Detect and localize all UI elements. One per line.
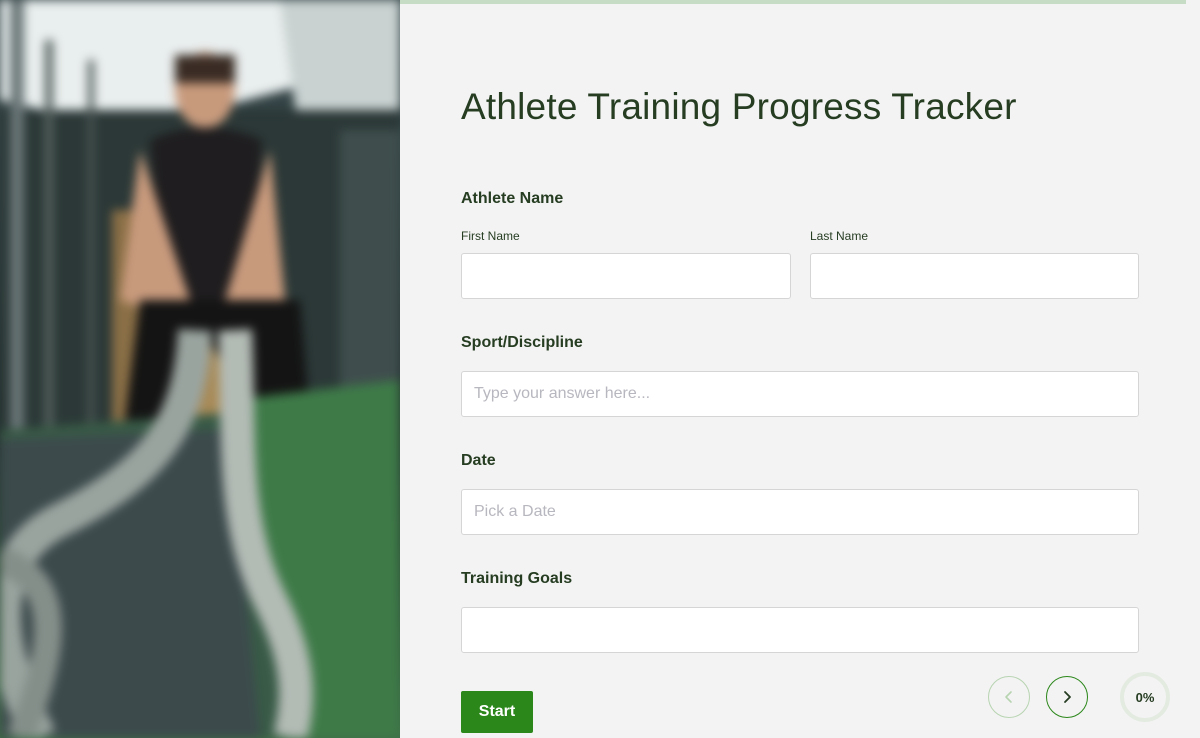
- next-button[interactable]: [1046, 676, 1088, 718]
- training-goals-label: Training Goals: [461, 570, 573, 587]
- hero-photo: [0, 0, 400, 738]
- form-title: Athlete Training Progress Tracker: [461, 86, 1017, 127]
- page-edge: [1186, 0, 1200, 738]
- last-name-label: Last Name: [810, 229, 869, 243]
- progress-percentage: 0%: [1135, 689, 1155, 705]
- date-picker-input[interactable]: [461, 489, 1139, 535]
- chevron-left-icon: [1005, 691, 1012, 703]
- progress-indicator: 0%: [1120, 672, 1170, 722]
- top-progress-bar: [400, 0, 1186, 4]
- sport-discipline-input[interactable]: [461, 371, 1139, 417]
- athlete-name-label: Athlete Name: [461, 190, 564, 207]
- sport-discipline-label: Sport/Discipline: [461, 334, 583, 351]
- previous-button[interactable]: [988, 676, 1030, 718]
- athlete-battle-ropes-photo: [0, 0, 400, 738]
- first-name-input[interactable]: [461, 253, 791, 299]
- date-label: Date: [461, 452, 496, 469]
- training-goals-input[interactable]: [461, 607, 1139, 653]
- first-name-label: First Name: [461, 229, 520, 243]
- start-button[interactable]: Start: [461, 691, 533, 733]
- last-name-input[interactable]: [810, 253, 1139, 299]
- chevron-right-icon: [1064, 691, 1071, 703]
